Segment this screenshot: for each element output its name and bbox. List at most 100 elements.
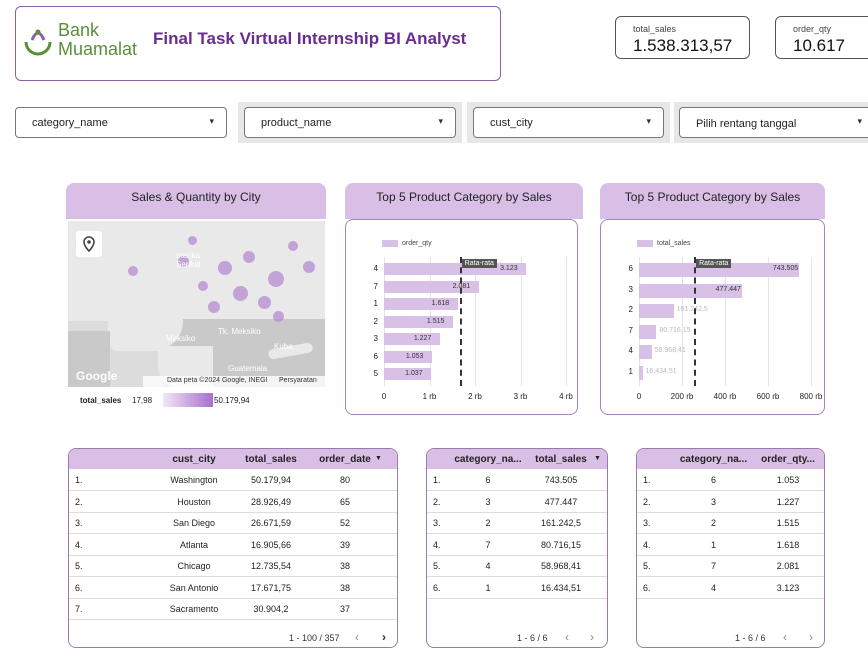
kpi-total-sales: total_sales 1.538.313,57 <box>615 16 750 59</box>
bar-mark[interactable] <box>639 345 652 359</box>
filter-category-name[interactable]: category_name ▾ <box>15 107 227 138</box>
caret-down-icon: ▾ <box>857 116 862 126</box>
table-row[interactable]: 1. 6 1.053 <box>637 469 824 491</box>
table-cell: 3. <box>75 518 83 528</box>
table-cell: 16.434,51 <box>540 582 582 593</box>
bank-logo-text: Bank Muamalat <box>58 21 137 59</box>
filter-cust-city[interactable]: cust_city ▾ <box>473 107 664 138</box>
bar-mark[interactable] <box>384 333 440 345</box>
table-header: cust_city total_sales order_date ▼ <box>69 449 397 469</box>
table-row[interactable]: 6. 1 16.434,51 <box>427 577 607 599</box>
map-label-gulf: Tk. Meksiko <box>218 327 261 336</box>
table-cell: 4 <box>710 582 716 593</box>
x-tick-label: 1 rb <box>422 391 437 401</box>
data-label: 477.447 <box>715 285 741 293</box>
sort-desc-icon[interactable]: ▼ <box>375 455 382 462</box>
table-cell: 1.227 <box>776 496 800 507</box>
y-tick-label: 6 <box>628 264 633 273</box>
chevron-left-icon[interactable]: ‹ <box>565 630 569 644</box>
table-cell: 1. <box>75 475 83 485</box>
table-row[interactable]: 4. 1 1.618 <box>637 534 824 556</box>
filter-label: product_name <box>261 117 332 129</box>
column-header-total-sales[interactable]: total_sales <box>527 454 595 465</box>
filter-product-name[interactable]: product_name ▾ <box>244 107 456 138</box>
table-row[interactable]: 1. Washington 50.179,94 80 <box>69 469 397 491</box>
bar-mark[interactable] <box>639 304 674 318</box>
filter-label: category_name <box>32 117 108 129</box>
column-header-total-sales[interactable]: total_sales <box>234 454 308 465</box>
table-row[interactable]: 2. 3 1.227 <box>637 491 824 513</box>
chevron-right-icon[interactable]: › <box>809 630 813 644</box>
table-row[interactable]: 5. 4 58.968,41 <box>427 555 607 577</box>
table-row[interactable]: 1. 6 743.505 <box>427 469 607 491</box>
map-legend-min: 17,98 <box>132 396 153 405</box>
chart-qty-title: Top 5 Product Category by Sales <box>345 183 583 219</box>
table-cell: 2. <box>643 496 651 507</box>
column-header-category-name[interactable]: category_na... <box>449 454 527 465</box>
map-legend: total_sales 17,98 50.179,94 <box>68 387 325 414</box>
column-header-order-date[interactable]: order_date <box>314 454 376 465</box>
legend-swatch <box>382 240 398 247</box>
table-row[interactable]: 4. Atlanta 16.905,66 39 <box>69 534 397 556</box>
y-tick-label: 4 <box>373 264 378 273</box>
bar-mark[interactable] <box>639 324 657 339</box>
map-label-us: merika Serikat <box>176 251 201 269</box>
table-row[interactable]: 6. San Antonio 17.671,75 38 <box>69 577 397 599</box>
x-tick-label: 800 rb <box>799 392 823 401</box>
map-label-mexico: Meksiko <box>166 334 196 343</box>
data-label: 16.434,51 <box>645 367 677 375</box>
table-row[interactable]: 2. 3 477.447 <box>427 491 607 513</box>
x-tick-label: 0 <box>636 392 642 401</box>
chart-sales-panel: total_sales 0 200 rb 400 rb 600 rb 800 rb 6 74… <box>600 219 825 415</box>
table-header: category_na... order_qty... <box>637 449 824 469</box>
table-row[interactable]: 2. Houston 28.926,49 65 <box>69 491 397 513</box>
location-pin-icon[interactable] <box>76 231 102 257</box>
table-row[interactable]: 5. Chicago 12.735,54 38 <box>69 555 397 577</box>
table-row[interactable]: 7. Sacramento 30.904,2 37 <box>69 598 397 620</box>
table-row[interactable]: 3. 2 161.242,5 <box>427 512 607 534</box>
table-cell: 4. <box>75 539 83 550</box>
filter-date-range[interactable]: Pilih rentang tanggal ▾ <box>679 107 868 138</box>
bar-mark[interactable] <box>639 365 643 380</box>
kpi-value: 10.617 <box>793 36 845 55</box>
chevron-left-icon[interactable]: ‹ <box>355 630 359 644</box>
table-cell: 4 <box>485 561 491 571</box>
average-line <box>459 257 462 386</box>
table-cell: 39 <box>339 539 350 550</box>
column-header-order-qty[interactable]: order_qty... <box>755 454 821 465</box>
table-row[interactable]: 4. 7 80.716,15 <box>427 534 607 556</box>
table-cell: 80.716,15 <box>540 539 582 550</box>
kpi-label: total_sales <box>633 24 677 34</box>
map-legend-gradient <box>163 393 213 407</box>
table-cell: 2 <box>485 518 491 528</box>
map-legend-metric: total_sales <box>80 396 122 405</box>
table-row[interactable]: 5. 7 2.081 <box>637 555 824 577</box>
table-row[interactable]: 6. 4 3.123 <box>637 577 824 599</box>
sales-map[interactable]: merika Serikat Meksiko Tk. Meksiko Kuba … <box>68 221 325 387</box>
legend-swatch <box>637 240 653 247</box>
chevron-left-icon[interactable]: ‹ <box>783 630 787 644</box>
table-cell: 1 <box>485 582 491 593</box>
column-header-category-name[interactable]: category_na... <box>671 454 756 465</box>
table-cell: 28.926,49 <box>250 496 292 507</box>
table-cell: 5. <box>643 561 651 571</box>
sort-desc-icon[interactable]: ▼ <box>594 455 601 462</box>
chevron-right-icon[interactable]: › <box>590 630 594 644</box>
legend-label: order_qty <box>402 240 432 247</box>
table-cell: 17.671,75 <box>250 582 292 593</box>
y-tick-label: 3 <box>628 284 633 294</box>
map-terms-link[interactable]: Persyaratan <box>279 377 317 384</box>
x-tick-label: 2 rb <box>468 391 482 401</box>
grid-line <box>475 257 476 386</box>
data-label: 3.123 <box>500 265 518 272</box>
data-label: 1.227 <box>413 335 432 342</box>
table-cell: 12.735,54 <box>250 561 292 571</box>
caret-down-icon: ▾ <box>438 116 443 126</box>
chart-qty-panel: order_qty 01 rb 2 rb 3 rb 4 rb 4 3.123 7 2.081 1… <box>345 219 578 415</box>
x-tick-label: 200 rb <box>670 392 694 401</box>
legend-label: total_sales <box>657 240 691 247</box>
table-row[interactable]: 3. 2 1.515 <box>637 512 824 534</box>
table-row[interactable]: 3. San Diego 26.671,59 52 <box>69 512 397 534</box>
chevron-right-icon[interactable]: › <box>382 630 386 644</box>
table-category-qty: category_na... order_qty... 1. 6 1.053 2. 3 1… <box>636 448 825 648</box>
